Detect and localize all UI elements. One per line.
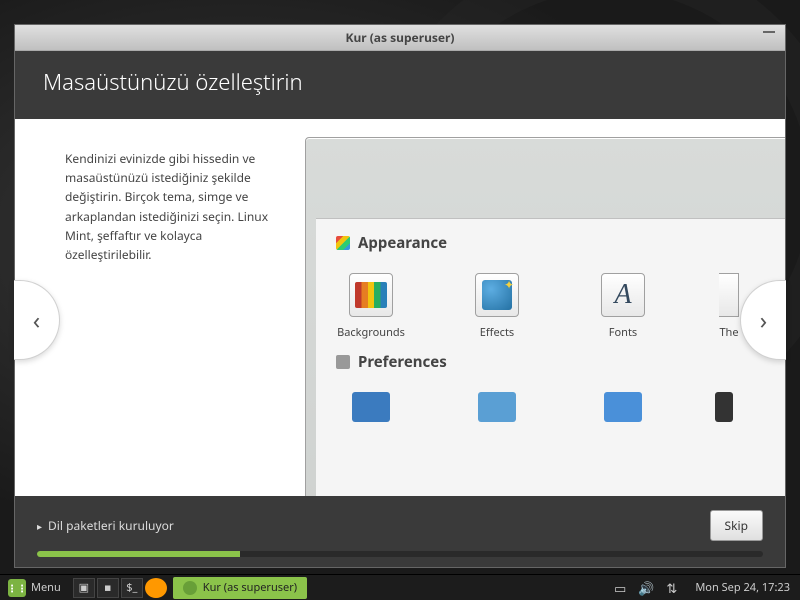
terminal-icon[interactable]: $_ <box>121 578 143 598</box>
installer-footer: Dil paketleri kuruluyor Skip <box>15 496 785 567</box>
taskbar-active-window[interactable]: Kur (as superuser) <box>173 577 307 599</box>
pref-icon-4 <box>715 392 733 422</box>
themes-item: The <box>714 273 744 340</box>
mint-logo-icon: ⋮⋮ <box>8 579 26 597</box>
fonts-item: A Fonts <box>588 273 658 340</box>
effects-icon <box>482 280 512 310</box>
slide-header: Masaüstünüzü özelleştirin <box>15 51 785 119</box>
network-icon[interactable]: ⇅ <box>666 579 677 597</box>
preferences-section-header: Preferences <box>336 352 785 372</box>
pref-icon-1 <box>352 392 390 422</box>
preferences-icon <box>336 355 350 369</box>
display-icon[interactable]: ▭ <box>614 579 626 597</box>
menu-button[interactable]: ⋮⋮ Menu <box>0 575 69 600</box>
slide-description: Kendinizi evinizde gibi hissedin ve masa… <box>15 119 305 496</box>
backgrounds-icon <box>355 282 387 308</box>
files-icon[interactable]: ▪ <box>97 578 119 598</box>
slide-area: Kendinizi evinizde gibi hissedin ve masa… <box>15 119 785 496</box>
skip-button[interactable]: Skip <box>710 510 763 541</box>
slide-preview: Appearance Backgrounds Effects A <box>305 119 785 496</box>
show-desktop-icon[interactable]: ▣ <box>73 578 95 598</box>
window-title: Kur (as superuser) <box>345 29 454 46</box>
pref-icon-2 <box>478 392 516 422</box>
progress-fill <box>37 551 240 557</box>
backgrounds-item: Backgrounds <box>336 273 406 340</box>
pref-icon-3 <box>604 392 642 422</box>
clock[interactable]: Mon Sep 24, 17:23 <box>689 580 790 595</box>
minimize-icon[interactable] <box>763 31 775 33</box>
taskbar: ⋮⋮ Menu ▣ ▪ $_ Kur (as superuser) ▭ 🔊 ⇅ … <box>0 574 800 600</box>
titlebar[interactable]: Kur (as superuser) <box>15 25 785 51</box>
system-tray: ▭ 🔊 ⇅ Mon Sep 24, 17:23 <box>614 579 800 597</box>
appearance-section-header: Appearance <box>336 233 785 253</box>
firefox-icon[interactable] <box>145 578 167 598</box>
installer-window: Kur (as superuser) Masaüstünüzü özelleşt… <box>14 24 786 568</box>
settings-preview-window: Appearance Backgrounds Effects A <box>305 137 785 496</box>
task-app-icon <box>183 581 197 595</box>
appearance-icon <box>336 236 350 250</box>
slide-title: Masaüstünüzü özelleştirin <box>43 67 757 97</box>
effects-item: Effects <box>462 273 532 340</box>
volume-icon[interactable]: 🔊 <box>638 579 654 597</box>
fonts-icon: A <box>614 279 631 311</box>
install-status[interactable]: Dil paketleri kuruluyor <box>37 517 174 534</box>
progress-bar <box>37 551 763 557</box>
